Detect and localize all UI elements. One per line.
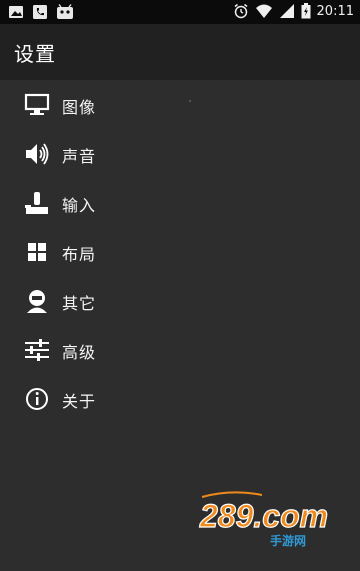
menu-item-about[interactable]: 关于 <box>0 374 360 423</box>
sliders-icon <box>24 337 50 363</box>
status-time: 20:11 <box>316 3 354 19</box>
menu-item-input[interactable]: 输入 <box>0 178 360 227</box>
menu-item-label: 其它 <box>62 294 97 313</box>
joystick-icon <box>24 190 50 216</box>
speaker-icon <box>24 141 50 167</box>
menu-item-advanced[interactable]: 高级 <box>0 325 360 374</box>
menu-item-label: 布局 <box>62 245 97 264</box>
android-icon <box>56 4 74 20</box>
menu-item-label: 关于 <box>62 392 97 411</box>
watermark-logo: 289.com 手游网 <box>192 489 342 549</box>
status-bar: 20:11 <box>0 0 360 24</box>
app-bar: 设置 <box>0 24 360 80</box>
phone-icon <box>32 4 48 20</box>
person-icon <box>24 288 50 314</box>
grid-icon <box>24 239 50 265</box>
menu-item-image[interactable]: 图像 <box>0 80 360 129</box>
signal-icon <box>279 3 295 19</box>
settings-menu: 图像 声音 输入 布局 其它 高级 关于 <box>0 80 360 423</box>
notification-icons <box>8 4 74 20</box>
alarm-icon <box>233 3 249 19</box>
menu-item-label: 声音 <box>62 147 97 166</box>
menu-item-label: 输入 <box>62 196 97 215</box>
system-status: 20:11 <box>233 3 354 19</box>
wifi-icon <box>255 3 273 19</box>
menu-item-sound[interactable]: 声音 <box>0 129 360 178</box>
image-icon <box>8 4 24 20</box>
battery-icon <box>301 3 311 19</box>
menu-item-label: 高级 <box>62 343 97 362</box>
info-icon <box>24 386 50 412</box>
watermark-subtitle: 手游网 <box>270 533 306 548</box>
page-title: 设置 <box>14 42 56 66</box>
menu-item-label: 图像 <box>62 98 97 117</box>
monitor-icon <box>24 92 50 118</box>
watermark-brand: 289.com <box>199 498 328 534</box>
menu-item-other[interactable]: 其它 <box>0 276 360 325</box>
menu-item-layout[interactable]: 布局 <box>0 227 360 276</box>
